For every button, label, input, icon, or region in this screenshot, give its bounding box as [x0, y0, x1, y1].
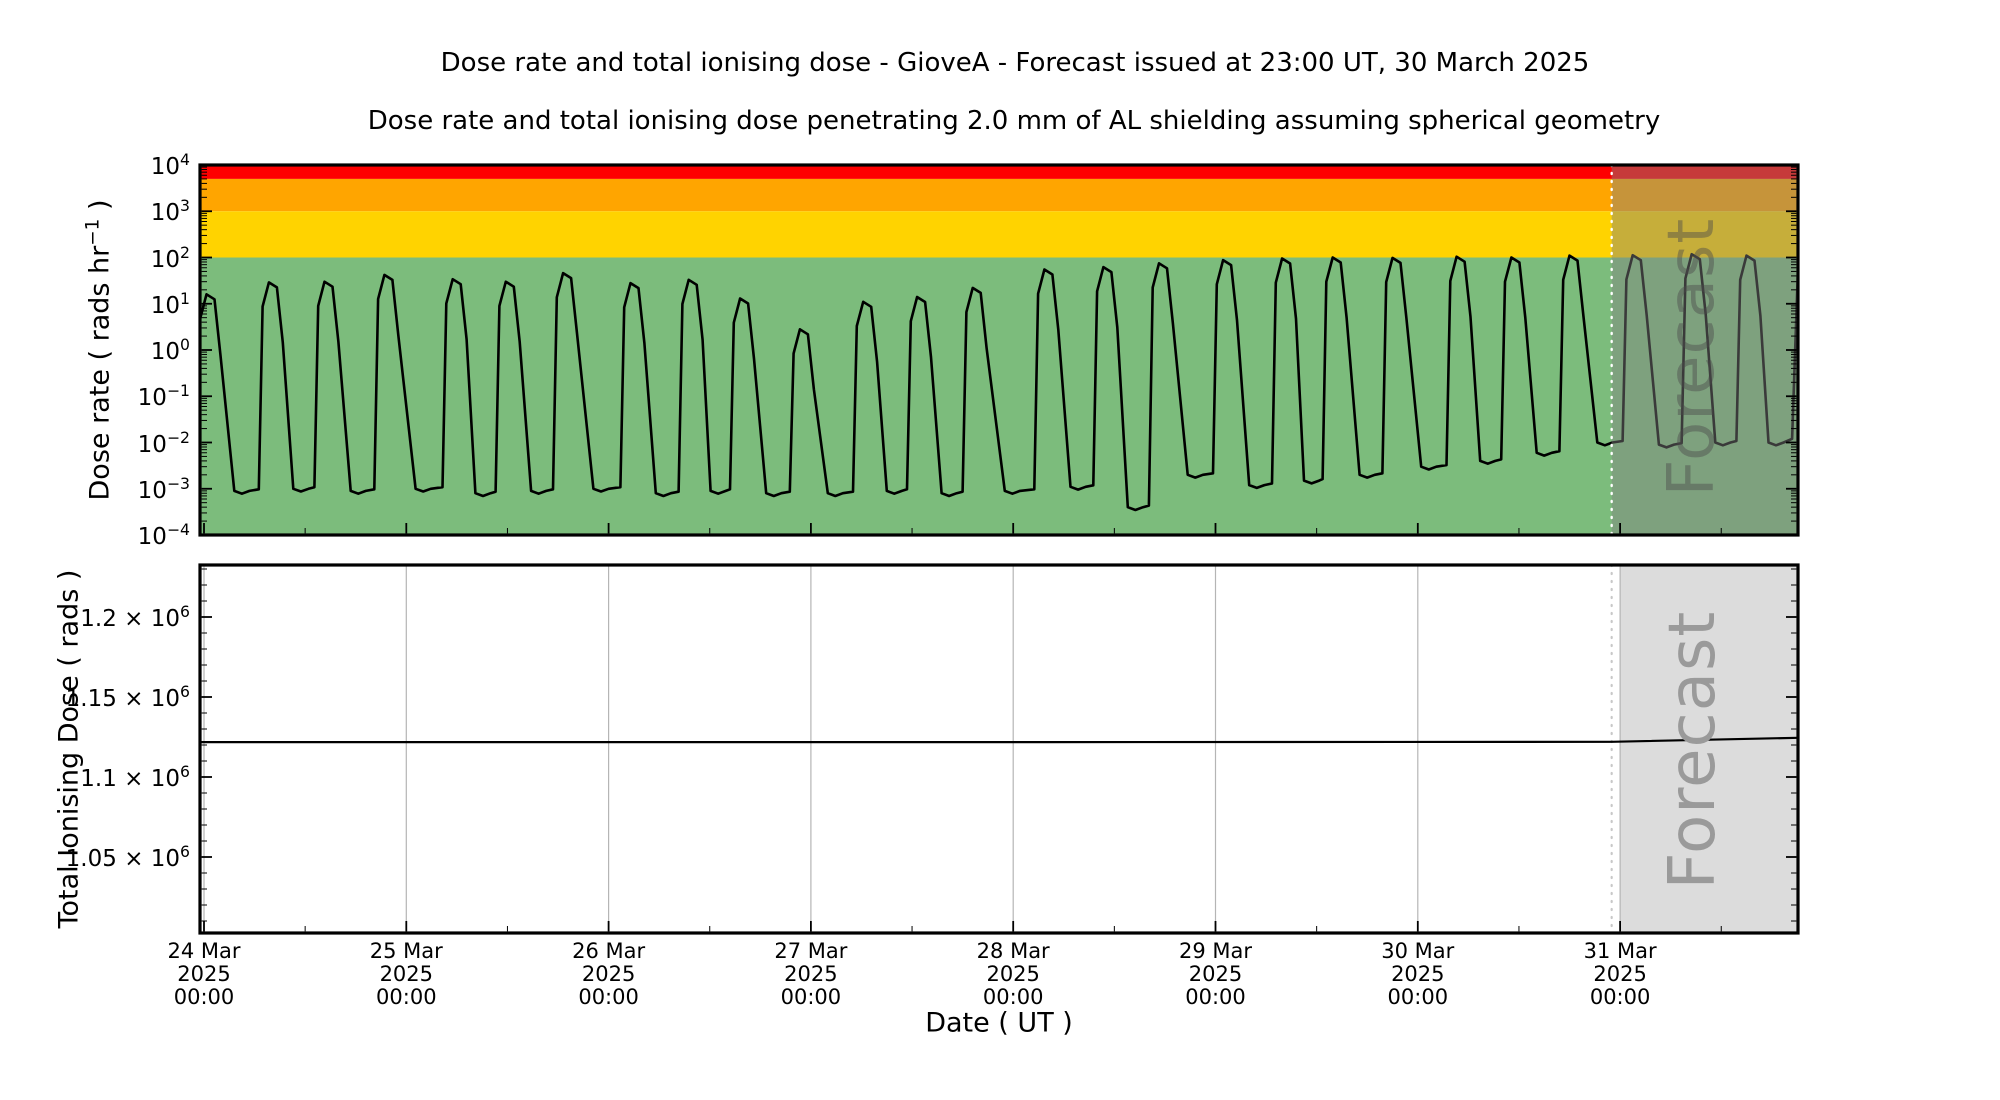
x-tick-line: 2025	[986, 962, 1040, 986]
top-y-tick-label: 103	[150, 196, 190, 227]
top-y-tick-label: 101	[150, 288, 190, 319]
x-tick-line: 29 Mar	[1178, 939, 1253, 963]
x-axis-label: Date ( UT )	[925, 1007, 1073, 1039]
x-tick-line: 2025	[1593, 962, 1647, 986]
alert-band-green	[200, 257, 1798, 535]
x-tick-line: 00:00	[578, 985, 639, 1009]
x-tick-line: 00:00	[173, 985, 235, 1009]
alert-band-orange	[200, 178, 1798, 212]
bottom-y-tick-label: 1.15 × 106	[65, 682, 190, 712]
x-tick-line: 25 Mar	[369, 939, 443, 963]
chart-canvas	[198, 163, 1800, 935]
x-tick-line: 2025	[581, 962, 636, 986]
bottom-y-tick-label: 1.1 × 106	[80, 762, 190, 792]
top-y-tick-label: 10−2	[137, 427, 190, 458]
x-tick-line: 24 Mar	[167, 939, 241, 963]
alert-band-yellow	[200, 211, 1798, 258]
x-tick-label: 30 Mar 2025 00:00	[1381, 940, 1454, 1009]
top-y-tick-label: 100	[150, 335, 190, 365]
x-tick-line: 00:00	[1589, 985, 1651, 1009]
alert-band-red	[200, 165, 1798, 179]
x-tick-line: 2025	[1391, 962, 1445, 986]
x-tick-line: 2025	[177, 962, 231, 986]
x-tick-label: 28 Mar 2025 00:00	[977, 940, 1050, 1009]
x-tick-label: 25 Mar 2025 00:00	[370, 940, 443, 1009]
bottom-y-tick-label: 1.2 × 106	[80, 602, 190, 632]
x-tick-line: 00:00	[1185, 985, 1246, 1009]
bottom-panel-bg	[200, 565, 1798, 933]
dose-forecast-figure: Dose rate and total ionising dose - Giov…	[0, 0, 2000, 1100]
top-y-axis-label-text: Dose rate ( rads hr	[84, 245, 116, 501]
x-tick-line: 30 Mar	[1381, 939, 1455, 963]
top-y-tick-label: 10−4	[137, 520, 190, 550]
top-y-tick-label: 10−1	[137, 381, 190, 412]
x-tick-line: 28 Mar	[976, 939, 1050, 963]
forecast-watermark-bottom: Forecast	[1656, 610, 1730, 890]
x-tick-line: 00:00	[1387, 985, 1449, 1009]
x-tick-line: 27 Mar	[774, 939, 848, 963]
x-tick-label: 26 Mar 2025 00:00	[572, 940, 645, 1009]
x-tick-label: 29 Mar 2025 00:00	[1179, 940, 1252, 1009]
x-tick-line: 00:00	[982, 985, 1044, 1009]
top-y-tick-label: 102	[150, 242, 190, 273]
top-y-tick-label: 104	[150, 150, 190, 180]
chart-subtitle: Dose rate and total ionising dose penetr…	[367, 106, 1661, 136]
x-tick-line: 00:00	[780, 985, 842, 1009]
bottom-y-tick-label: 1.05 × 106	[65, 842, 190, 872]
x-tick-line: 00:00	[376, 985, 437, 1009]
top-y-axis-label: Dose rate ( rads hr−1 )	[83, 200, 116, 501]
x-tick-label: 24 Mar 2025 00:00	[167, 940, 240, 1009]
x-tick-line: 26 Mar	[572, 939, 646, 963]
top-y-axis-label-suffix: )	[84, 199, 116, 219]
x-tick-line: 2025	[784, 962, 838, 986]
x-tick-label: 27 Mar 2025 00:00	[774, 940, 847, 1009]
top-y-axis-label-exponent: −1	[82, 218, 104, 246]
x-tick-line: 2025	[379, 962, 434, 986]
x-tick-line: 31 Mar	[1583, 939, 1657, 963]
x-tick-label: 31 Mar 2025 00:00	[1584, 940, 1657, 1009]
x-tick-line: 2025	[1188, 962, 1243, 986]
top-y-tick-label: 10−3	[137, 473, 190, 504]
forecast-watermark-top: Forecast	[1655, 217, 1729, 497]
chart-title: Dose rate and total ionising dose - Giov…	[440, 48, 1590, 78]
